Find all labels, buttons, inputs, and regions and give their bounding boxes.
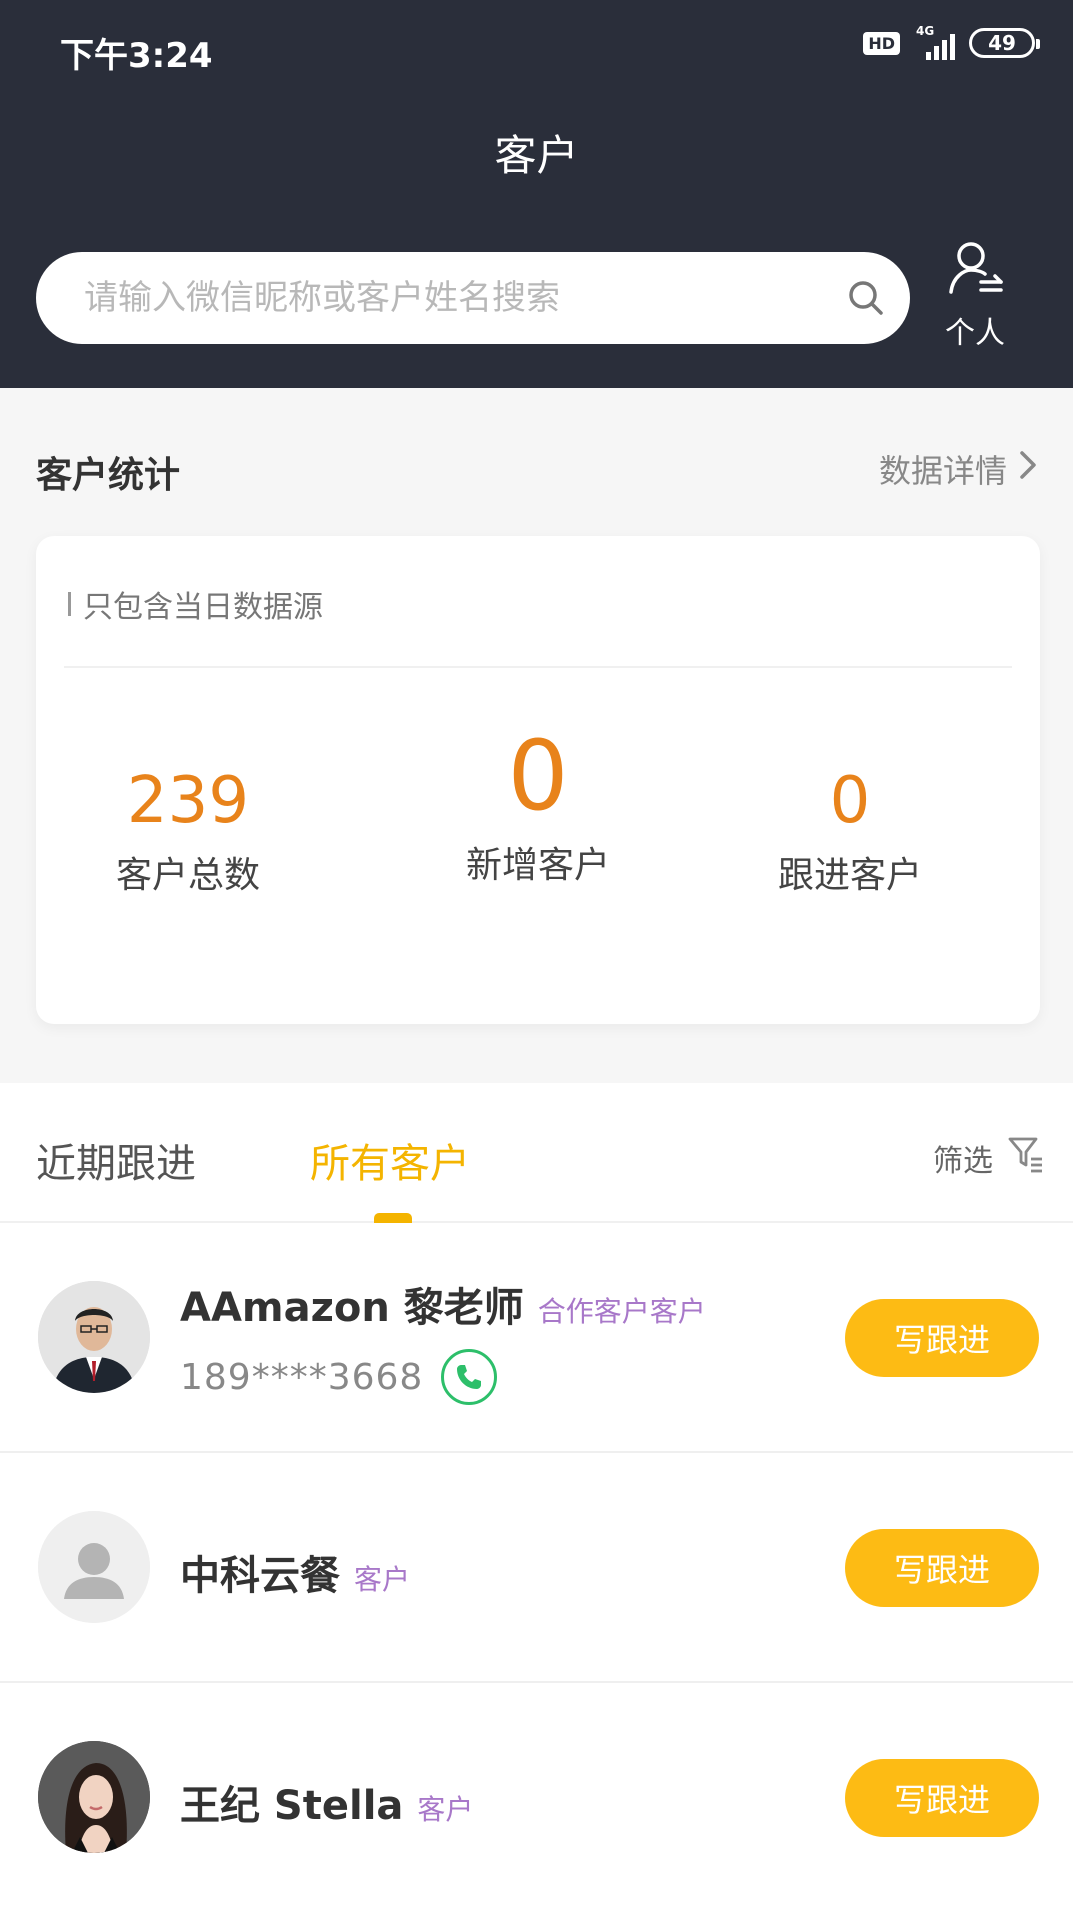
customer-name-line: 王纪 Stella 客户 bbox=[180, 1773, 473, 1831]
stat-value: 0 bbox=[829, 764, 871, 838]
customer-name: 王纪 Stella bbox=[180, 1783, 404, 1829]
stat-value: 239 bbox=[126, 764, 250, 838]
divider bbox=[64, 666, 1012, 668]
stat-total-customers[interactable]: 239 客户总数 bbox=[38, 766, 338, 898]
person-label: 个人 bbox=[945, 316, 1005, 351]
status-icons: HD 4G 49 bbox=[863, 24, 1040, 60]
filter-label: 筛选 bbox=[933, 1144, 993, 1179]
avatar-default-person-icon bbox=[38, 1511, 150, 1623]
note-bar bbox=[68, 592, 71, 616]
active-tab-indicator bbox=[374, 1213, 412, 1223]
data-source-note: 只包含当日数据源 bbox=[68, 582, 323, 626]
tab-recent-followup[interactable]: 近期跟进 bbox=[36, 1131, 196, 1189]
stat-followed-customers[interactable]: 0 跟进客户 bbox=[700, 766, 1000, 898]
signal-icon: 4G bbox=[914, 24, 955, 60]
header: 下午3:24 HD 4G 49 客户 个人 bbox=[0, 0, 1073, 388]
write-followup-button[interactable]: 写跟进 bbox=[845, 1759, 1039, 1837]
stat-label: 新增客户 bbox=[465, 845, 610, 886]
stat-value: 0 bbox=[507, 720, 569, 832]
network-type: 4G bbox=[916, 24, 935, 38]
customer-phone: 189****3668 bbox=[180, 1349, 498, 1405]
tab-all-customers[interactable]: 所有客户 bbox=[310, 1131, 470, 1189]
customer-name: 中科云餐 bbox=[180, 1553, 340, 1599]
personal-switch-button[interactable]: 个人 bbox=[930, 240, 1020, 351]
search-input[interactable] bbox=[84, 278, 842, 318]
filter-button[interactable]: 筛选 bbox=[933, 1135, 1045, 1181]
search-bar[interactable] bbox=[36, 252, 910, 344]
customer-name-line: 中科云餐 客户 bbox=[180, 1543, 410, 1601]
data-detail-link[interactable]: 数据详情 bbox=[879, 446, 1037, 492]
stats-card: 只包含当日数据源 239 客户总数 0 新增客户 0 跟进客户 bbox=[36, 536, 1040, 1024]
customer-tag: 合作客户客户 bbox=[537, 1295, 706, 1328]
stat-new-customers[interactable]: 0 新增客户 bbox=[388, 726, 688, 888]
phone-call-icon[interactable] bbox=[441, 1349, 498, 1405]
data-detail-label: 数据详情 bbox=[878, 452, 1007, 490]
page-title: 客户 bbox=[494, 131, 579, 180]
person-switch-icon bbox=[947, 240, 1003, 304]
filter-icon bbox=[1007, 1135, 1045, 1181]
battery-icon: 49 bbox=[969, 28, 1040, 58]
phone-number: 189****3668 bbox=[180, 1356, 424, 1398]
stat-label: 跟进客户 bbox=[777, 855, 922, 896]
write-followup-button[interactable]: 写跟进 bbox=[845, 1529, 1039, 1607]
hd-badge: HD bbox=[863, 31, 900, 55]
stats-title: 客户统计 bbox=[36, 455, 181, 496]
note-text: 只包含当日数据源 bbox=[83, 590, 323, 625]
customer-tag: 客户 bbox=[417, 1793, 474, 1826]
customer-tag: 客户 bbox=[354, 1563, 411, 1596]
customer-name: AAmazon 黎老师 bbox=[180, 1285, 524, 1331]
write-followup-button[interactable]: 写跟进 bbox=[845, 1299, 1039, 1377]
chevron-right-icon bbox=[1019, 450, 1037, 488]
status-time: 下午3:24 bbox=[60, 36, 213, 76]
customer-list: AAmazon 黎老师 合作客户客户 189****3668 写跟进 中科云餐 … bbox=[0, 1223, 1073, 1913]
search-icon[interactable] bbox=[842, 274, 890, 322]
list-item[interactable]: AAmazon 黎老师 合作客户客户 189****3668 写跟进 bbox=[0, 1223, 1073, 1453]
stat-label: 客户总数 bbox=[115, 855, 260, 896]
customer-name-line: AAmazon 黎老师 合作客户客户 bbox=[180, 1275, 706, 1333]
battery-level: 49 bbox=[988, 31, 1016, 55]
avatar-photo-woman-icon bbox=[38, 1741, 150, 1853]
list-item[interactable]: 王纪 Stella 客户 写跟进 bbox=[0, 1683, 1073, 1913]
customer-tabs: 近期跟进 所有客户 筛选 bbox=[0, 1083, 1073, 1223]
list-item[interactable]: 中科云餐 客户 写跟进 bbox=[0, 1453, 1073, 1683]
avatar-photo-man-suit-icon bbox=[38, 1281, 150, 1393]
